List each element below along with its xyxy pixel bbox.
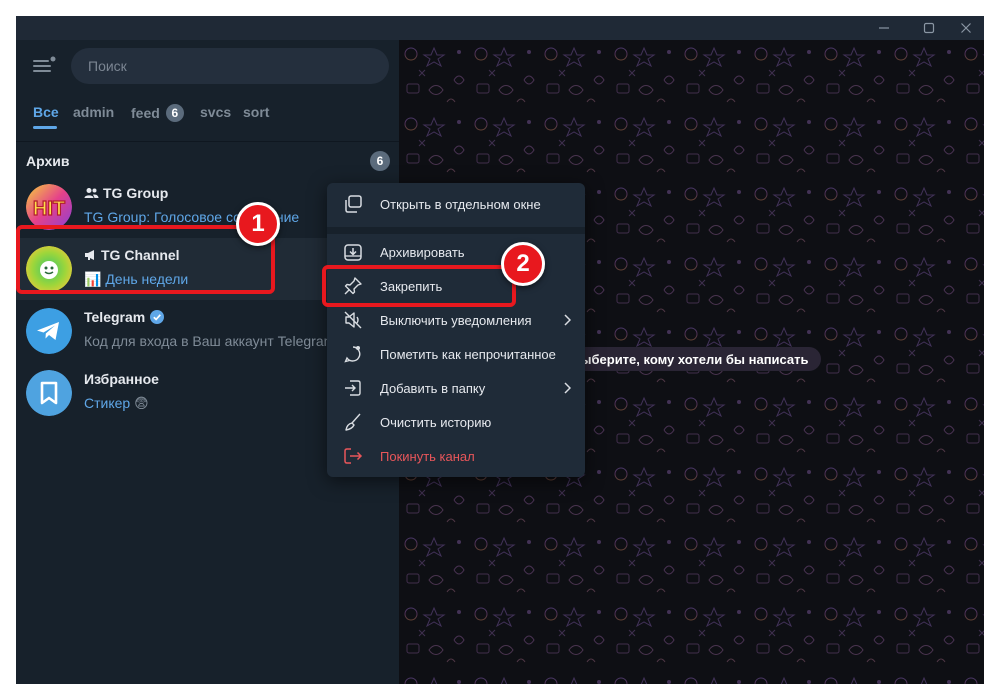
archive-label: Архив (26, 153, 70, 169)
title-bar (16, 16, 984, 40)
menu-label: Выключить уведомления (380, 313, 532, 328)
chat-context-menu: Открыть в отдельном окне Архивировать За… (327, 183, 585, 477)
menu-item-archive[interactable]: Архивировать (327, 235, 585, 269)
menu-label: Добавить в папку (380, 381, 486, 396)
close-icon (961, 23, 971, 33)
chat-name: TG Group (84, 185, 168, 201)
chevron-right-icon (564, 382, 571, 394)
annotation-badge-2: 2 (501, 242, 545, 286)
search-input[interactable] (71, 48, 389, 84)
avatar: HIT (26, 184, 72, 230)
tab-label: feed (131, 105, 160, 121)
menu-item-clear-history[interactable]: Очистить историю (327, 405, 585, 439)
chevron-right-icon (564, 314, 571, 326)
broom-icon (345, 413, 361, 431)
preview-text: Стикер (84, 395, 131, 411)
menu-label: Очистить историю (380, 415, 492, 430)
archive-row[interactable]: Архив 6 (16, 150, 399, 174)
avatar (26, 308, 72, 354)
chat-name: Избранное (84, 371, 159, 387)
group-icon (84, 188, 99, 198)
hamburger-menu-icon[interactable] (30, 55, 58, 79)
leave-icon (344, 448, 363, 464)
close-button[interactable] (946, 16, 984, 40)
tab-all[interactable]: Все (33, 104, 59, 120)
preview-emoji: 😨 (134, 395, 149, 411)
menu-label: Открыть в отдельном окне (380, 197, 541, 212)
folder-tabs: Все admin feed 6 svcs sort (16, 94, 399, 129)
menu-label: Архивировать (380, 245, 465, 260)
maximize-icon (923, 22, 935, 34)
tab-label: sort (243, 104, 270, 120)
archive-icon (344, 244, 362, 261)
add-folder-icon (345, 380, 361, 396)
open-window-icon (345, 195, 362, 213)
active-tab-indicator (33, 126, 57, 129)
minimize-icon (879, 27, 889, 29)
chat-title: Избранное (84, 371, 159, 387)
chat-title: TG Group (103, 185, 169, 201)
tab-svcs[interactable]: svcs (200, 104, 231, 120)
archive-badge: 6 (370, 151, 390, 171)
menu-item-mark-unread[interactable]: Пометить как непрочитанное (327, 337, 585, 371)
annotation-badge-1: 1 (236, 202, 280, 246)
mute-icon (344, 311, 362, 329)
menu-item-open-in-window[interactable]: Открыть в отдельном окне (327, 187, 585, 221)
menu-separator (327, 227, 585, 234)
unread-icon (344, 346, 361, 363)
tab-sort[interactable]: sort (243, 104, 269, 120)
tab-feed[interactable]: feed 6 (131, 104, 184, 122)
preview-sender: TG Group: (84, 209, 151, 225)
tab-admin[interactable]: admin (73, 104, 114, 120)
svg-text:HIT: HIT (33, 198, 65, 220)
minimize-button[interactable] (864, 16, 904, 40)
tab-label: svcs (200, 104, 232, 120)
menu-item-add-to-folder[interactable]: Добавить в папку (327, 371, 585, 405)
menu-item-leave-channel[interactable]: Покинуть канал (327, 439, 585, 473)
tab-label: Все (33, 104, 59, 120)
menu-item-mute[interactable]: Выключить уведомления (327, 303, 585, 337)
chat-name: Telegram (84, 309, 169, 325)
menu-label: Пометить как непрочитанное (380, 347, 556, 362)
annotation-frame-1 (16, 225, 275, 294)
menu-label: Покинуть канал (380, 449, 475, 464)
avatar (26, 370, 72, 416)
divider (16, 141, 399, 142)
select-chat-hint: Выберите, кому хотели бы написать (559, 347, 821, 371)
maximize-button[interactable] (909, 16, 949, 40)
verified-badge-icon (150, 310, 165, 324)
tab-label: admin (73, 104, 115, 120)
unread-badge: 6 (165, 104, 184, 122)
chat-title: Telegram (84, 309, 146, 325)
annotation-frame-2 (322, 265, 516, 307)
